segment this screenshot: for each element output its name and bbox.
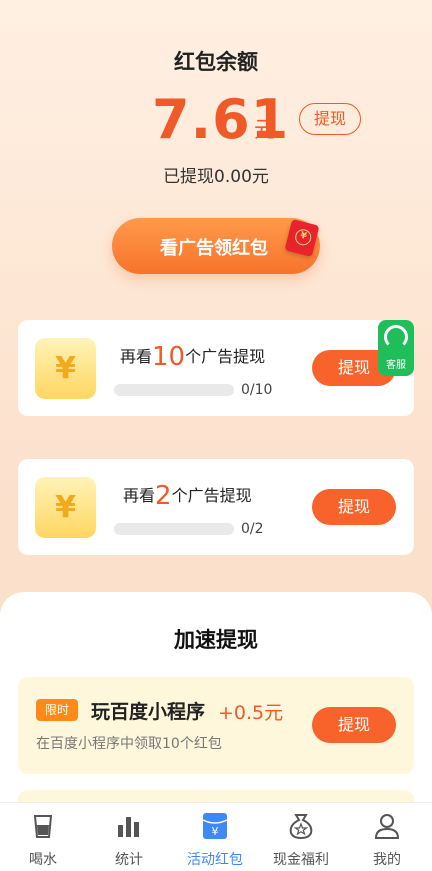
customer-service-button[interactable]: 客服 — [378, 320, 414, 376]
customer-service-label: 客服 — [386, 360, 406, 371]
task-card: ¥ 再看10个广告提现 0/10 提现 — [18, 320, 414, 416]
tab-cash-welfare[interactable]: 现金福利 — [258, 803, 344, 871]
withdraw-button[interactable]: 提现 — [299, 103, 361, 135]
accelerate-task-desc: 在百度小程序中领取10个红包 — [36, 736, 222, 752]
task-card: ¥ 再看2个广告提现 0/2 提现 — [18, 459, 414, 555]
tab-label: 喝水 — [29, 852, 57, 868]
task-count: 2 — [155, 481, 172, 511]
watch-ad-label: 看广告领红包 — [160, 238, 268, 259]
tab-activity-redpack[interactable]: ¥ 活动红包 — [172, 803, 258, 871]
yuan-coin-icon: ¥ — [35, 477, 96, 538]
redpack-icon: ¥ — [202, 813, 228, 839]
balance-row: 7.61 元 提现 — [0, 88, 432, 152]
tab-label: 我的 — [373, 852, 401, 868]
task-description: 再看10个广告提现 — [120, 342, 266, 372]
tab-label: 现金福利 — [273, 852, 329, 868]
yuan-coin-icon: ¥ — [35, 338, 96, 399]
accelerate-title: 加速提现 — [174, 628, 258, 652]
accelerate-task-card: 限时 玩百度小程序 +0.5元 在百度小程序中领取10个红包 提现 — [18, 677, 414, 774]
svg-text:¥: ¥ — [212, 825, 219, 838]
tab-drink-water[interactable]: 喝水 — [0, 803, 86, 871]
tab-label: 统计 — [115, 852, 143, 868]
accelerate-section: 加速提现 限时 玩百度小程序 +0.5元 在百度小程序中领取10个红包 提现 — [0, 592, 432, 820]
task-progress-text: 0/10 — [241, 382, 273, 398]
task-progress-bar — [114, 384, 234, 396]
limited-time-badge: 限时 — [36, 699, 78, 721]
task-description: 再看2个广告提现 — [123, 481, 252, 511]
tab-statistics[interactable]: 统计 — [86, 803, 172, 871]
accelerate-task-reward: +0.5元 — [218, 702, 284, 724]
watch-ad-button[interactable]: 看广告领红包 — [112, 218, 320, 274]
cup-icon — [33, 815, 53, 838]
withdrawn-amount-text: 已提现0.00元 — [163, 167, 269, 187]
accelerate-task-name: 玩百度小程序 — [91, 701, 206, 723]
task-progress-text: 0/2 — [241, 521, 264, 537]
task-progress-bar — [114, 523, 234, 535]
tab-mine[interactable]: 我的 — [344, 803, 430, 871]
headset-icon — [384, 325, 408, 349]
balance-unit: 元 — [254, 118, 277, 143]
accelerate-withdraw-button[interactable]: 提现 — [312, 707, 396, 743]
task-count: 10 — [152, 342, 186, 372]
bar-chart-icon — [118, 817, 139, 837]
user-icon — [374, 814, 400, 839]
task-withdraw-button[interactable]: 提现 — [312, 489, 396, 525]
balance-section: 红包余额 7.61 元 提现 已提现0.00元 看广告领红包 — [0, 0, 432, 300]
tab-label: 活动红包 — [187, 852, 243, 868]
money-bag-icon — [289, 814, 313, 840]
red-envelope-icon — [284, 219, 320, 257]
balance-title: 红包余额 — [174, 50, 258, 74]
bottom-tab-bar: 喝水 统计 ¥ 活动红包 现金福利 我的 — [0, 802, 432, 871]
